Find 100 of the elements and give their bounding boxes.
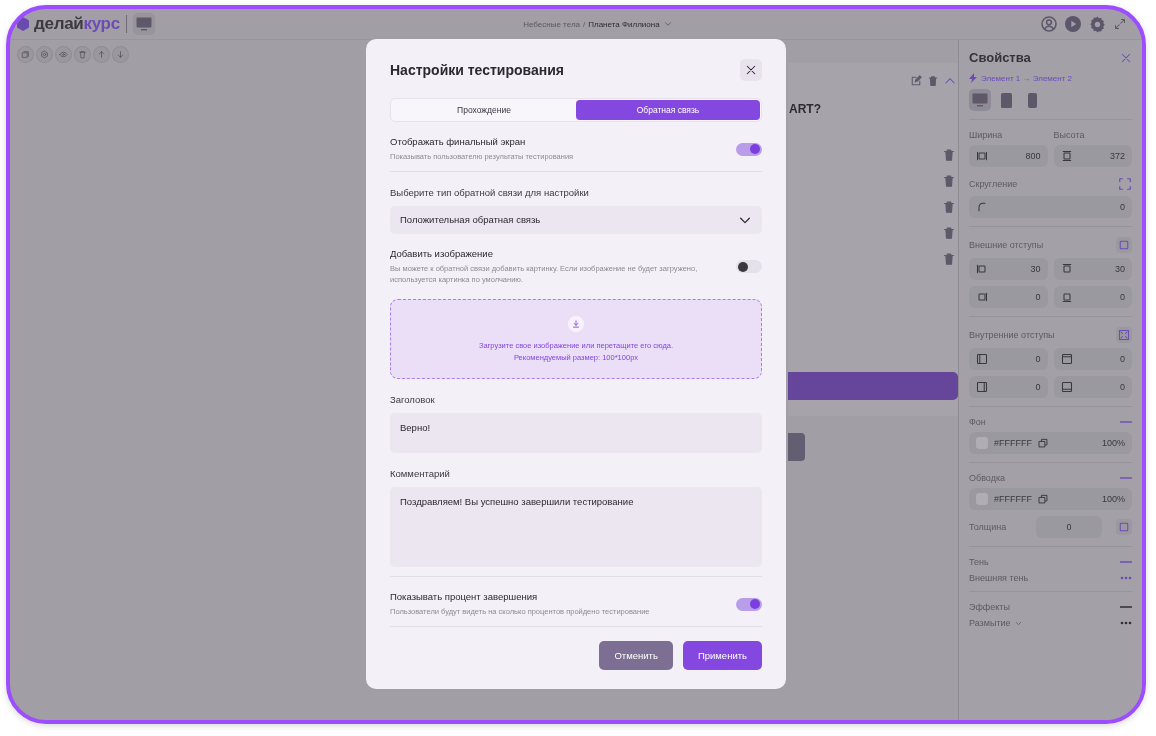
effect-item[interactable]: Размытие — [969, 618, 1011, 628]
field-label: Комментарий — [390, 467, 451, 479]
more-icon[interactable] — [1120, 621, 1132, 625]
toolbar-button[interactable] — [37, 47, 52, 62]
minus-icon[interactable] — [1120, 560, 1132, 564]
padding-icon — [976, 353, 988, 365]
padding-icon — [976, 381, 988, 393]
corner-icon[interactable] — [1118, 177, 1132, 191]
bolt-icon — [969, 73, 977, 83]
margin-toggle[interactable] — [1116, 237, 1132, 253]
margin-icon — [976, 291, 988, 303]
cancel-button[interactable]: Отменить — [599, 641, 673, 670]
trash-icon[interactable] — [942, 226, 956, 240]
color-field[interactable]: #FFFFFF 100% — [969, 432, 1132, 454]
trash-icon[interactable] — [942, 200, 956, 214]
field-label: Выберите тип обратной связи для настройки — [390, 186, 590, 198]
toggle-switch[interactable] — [736, 260, 762, 274]
padding-toggle[interactable] — [1116, 327, 1132, 343]
more-icon[interactable] — [1120, 576, 1132, 580]
expand-icon[interactable] — [1114, 18, 1126, 30]
toggle-label: Показывать процент завершения — [390, 590, 539, 602]
toolbar-button[interactable] — [56, 47, 71, 62]
height-icon — [1060, 150, 1073, 162]
number-field[interactable]: 30 — [969, 258, 1048, 280]
trash-icon[interactable] — [927, 75, 939, 87]
toolbar-button[interactable] — [75, 47, 90, 62]
element-path[interactable]: Элемент 1 → Элемент 2 — [981, 73, 1073, 83]
trash-icon[interactable] — [942, 148, 956, 162]
breadcrumb-separator: / — [583, 19, 586, 29]
close-icon — [745, 64, 757, 76]
number-field[interactable]: 0 — [1053, 348, 1132, 370]
minus-icon[interactable] — [1120, 476, 1132, 480]
edit-icon[interactable] — [910, 75, 922, 87]
number-field[interactable]: 800 — [969, 145, 1048, 167]
device-button[interactable] — [132, 13, 155, 35]
square-icon — [1118, 239, 1130, 251]
monitor-icon — [135, 17, 152, 31]
width-icon — [976, 150, 988, 162]
field-label: Фон — [969, 417, 986, 427]
phone-icon — [1027, 92, 1037, 108]
question-text: ART? — [788, 101, 822, 116]
field-label: Обводка — [969, 473, 1006, 483]
corner-radius-icon — [976, 201, 988, 213]
number-field[interactable]: 0 — [969, 376, 1048, 398]
tab[interactable]: Прохождение — [392, 100, 576, 120]
field-label: Ширина — [969, 130, 1003, 140]
field-label: Тень — [969, 557, 989, 567]
breadcrumb-link[interactable]: Небесные тела — [523, 19, 580, 29]
toggle-label: Отображать финальный экран — [390, 136, 527, 147]
dialog-title: Настройки тестирования — [390, 62, 564, 78]
close-button[interactable] — [740, 59, 762, 81]
arrow-down-icon — [116, 50, 125, 59]
panel-title: Свойства — [969, 50, 1031, 65]
minus-icon[interactable] — [1120, 605, 1132, 609]
toggle-switch[interactable] — [736, 142, 762, 156]
field-label: Внешние отступы — [969, 240, 1044, 250]
number-field[interactable]: 0 — [1036, 516, 1102, 538]
toolbar-button[interactable] — [94, 47, 109, 62]
field-label: Скругление — [969, 179, 1018, 189]
field-label: Заголовок — [390, 393, 436, 405]
toggle-label: Добавить изображение — [390, 247, 494, 259]
toggle-switch[interactable] — [736, 597, 762, 611]
number-field[interactable]: 372 — [1053, 145, 1132, 167]
minus-icon[interactable] — [1120, 420, 1132, 424]
field-label: Эффекты — [969, 602, 1010, 612]
apply-button[interactable]: Применить — [682, 641, 762, 670]
effect-item[interactable]: Внешняя тень — [969, 573, 1029, 583]
trash-icon — [78, 50, 87, 59]
arrow-up-icon — [97, 50, 106, 59]
play-icon[interactable] — [1065, 16, 1081, 32]
eye-icon — [59, 50, 68, 59]
text-area[interactable]: Поздравляем! Вы успешно завершили тестирование — [390, 486, 762, 567]
input-field[interactable]: Верно! — [390, 412, 762, 453]
margin-icon — [976, 263, 988, 275]
toolbar-button[interactable] — [113, 47, 128, 62]
tablet-icon — [1000, 92, 1012, 108]
number-field[interactable]: 0 — [1053, 376, 1132, 398]
device-tab[interactable] — [969, 89, 991, 111]
number-field[interactable]: 0 — [969, 196, 1132, 218]
toolbar-button[interactable] — [18, 47, 33, 62]
number-field[interactable]: 0 — [969, 348, 1048, 370]
copy-icon — [1038, 493, 1049, 505]
user-icon[interactable] — [1041, 16, 1057, 32]
select-field[interactable]: Положительная обратная связь — [390, 205, 762, 234]
copy-icon — [21, 50, 30, 59]
tab[interactable]: Обратная связь — [576, 100, 760, 120]
breadcrumb-current[interactable]: Планета Филлиона — [588, 19, 660, 29]
settings-icon[interactable] — [1089, 15, 1106, 33]
chevron-down-icon — [662, 19, 673, 29]
number-field[interactable]: 0 — [969, 286, 1048, 308]
square-icon — [1118, 521, 1130, 533]
stroke-toggle[interactable] — [1116, 519, 1132, 535]
expand-icon — [1118, 329, 1130, 341]
logo-icon — [16, 17, 30, 31]
number-field[interactable]: 0 — [1053, 286, 1132, 308]
trash-icon[interactable] — [942, 174, 956, 188]
color-field[interactable]: #FFFFFF 100% — [969, 488, 1132, 510]
number-field[interactable]: 30 — [1053, 258, 1132, 280]
trash-icon[interactable] — [942, 252, 956, 266]
settings-icon — [40, 50, 49, 59]
